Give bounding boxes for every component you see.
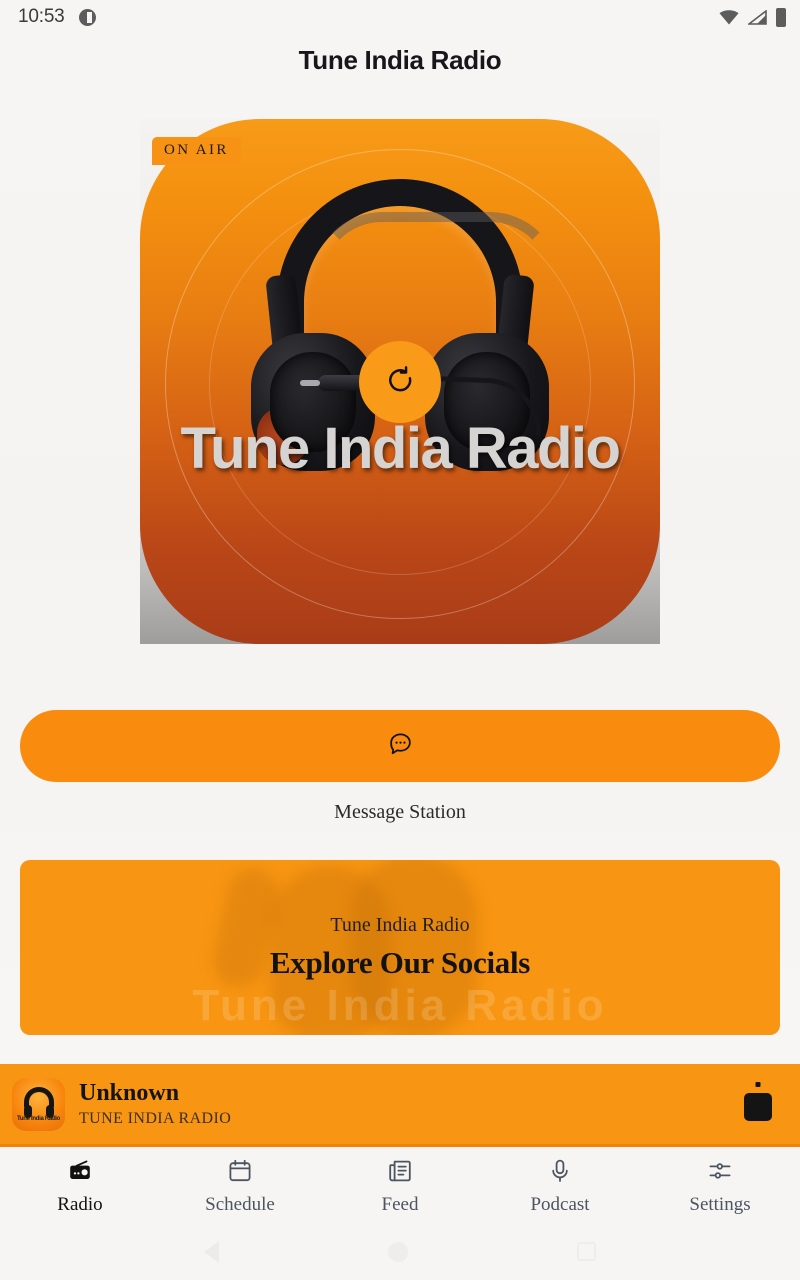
battery-full-icon <box>776 7 786 27</box>
bottom-tab-bar: Radio Schedule Feed Podcast Settings <box>0 1147 800 1223</box>
tab-schedule[interactable]: Schedule <box>160 1147 320 1223</box>
message-station-button[interactable] <box>20 710 780 782</box>
recents-square-icon[interactable] <box>576 1242 596 1261</box>
tab-label-feed: Feed <box>381 1194 419 1215</box>
now-playing-thumbnail-text: Tune India Radio <box>16 1115 61 1122</box>
stop-button[interactable] <box>738 1082 778 1126</box>
status-bar: 10:53 <box>0 0 800 34</box>
now-playing-subtitle: TUNE INDIA RADIO <box>79 1110 232 1128</box>
tab-feed[interactable]: Feed <box>320 1147 480 1223</box>
microphone-icon <box>547 1158 573 1184</box>
message-station-label: Message Station <box>334 801 466 823</box>
back-triangle-icon[interactable] <box>204 1240 220 1263</box>
now-playing-title: Unknown <box>79 1079 180 1106</box>
tab-label-settings: Settings <box>689 1194 751 1215</box>
wifi-icon <box>719 9 739 25</box>
tab-radio[interactable]: Radio <box>0 1147 160 1223</box>
on-air-badge: ON AIR <box>152 137 241 165</box>
newspaper-icon <box>387 1158 413 1184</box>
tab-settings[interactable]: Settings <box>640 1147 800 1223</box>
android-navigation-bar <box>0 1223 800 1280</box>
main-content: Tune India Radio ON AIR Message Station … <box>0 119 800 1097</box>
cellular-signal-icon <box>746 8 767 25</box>
tab-label-podcast: Podcast <box>530 1194 590 1215</box>
status-bar-clock: 10:53 <box>18 6 65 27</box>
app-header: Tune India Radio <box>0 34 800 86</box>
status-bar-right <box>719 7 786 27</box>
stop-icon-dot <box>755 1082 761 1087</box>
socials-eyebrow: Tune India Radio <box>330 914 470 936</box>
socials-card-content: Tune India Radio Explore Our Socials <box>20 860 780 1035</box>
chat-bubble-dots-icon <box>387 731 414 761</box>
refresh-icon <box>386 366 414 397</box>
sliders-icon <box>707 1158 733 1184</box>
stop-icon <box>744 1093 772 1121</box>
station-logo-headphones-icon <box>23 1086 54 1118</box>
now-playing-thumbnail: Tune India Radio <box>12 1077 65 1131</box>
player-artwork: Tune India Radio ON AIR <box>140 119 660 644</box>
artwork-station-name: Tune India Radio <box>180 416 621 481</box>
radio-icon <box>67 1158 93 1184</box>
explore-socials-card[interactable]: Tune India Radio Tune India Radio Explor… <box>20 860 780 1035</box>
page-title: Tune India Radio <box>298 44 502 75</box>
do-not-disturb-icon <box>78 8 96 26</box>
tab-label-schedule: Schedule <box>205 1194 275 1215</box>
tab-podcast[interactable]: Podcast <box>480 1147 640 1223</box>
status-bar-left: 10:53 <box>18 6 96 28</box>
home-circle-icon[interactable] <box>387 1241 408 1262</box>
message-station-section: Message Station <box>0 710 800 824</box>
tab-label-radio: Radio <box>57 1194 103 1215</box>
play-refresh-button[interactable] <box>359 340 441 423</box>
calendar-icon <box>227 1158 253 1184</box>
socials-heading: Explore Our Socials <box>269 945 531 980</box>
now-playing-meta: Unknown TUNE INDIA RADIO <box>79 1080 724 1129</box>
now-playing-bar[interactable]: Tune India Radio Unknown TUNE INDIA RADI… <box>0 1064 800 1147</box>
